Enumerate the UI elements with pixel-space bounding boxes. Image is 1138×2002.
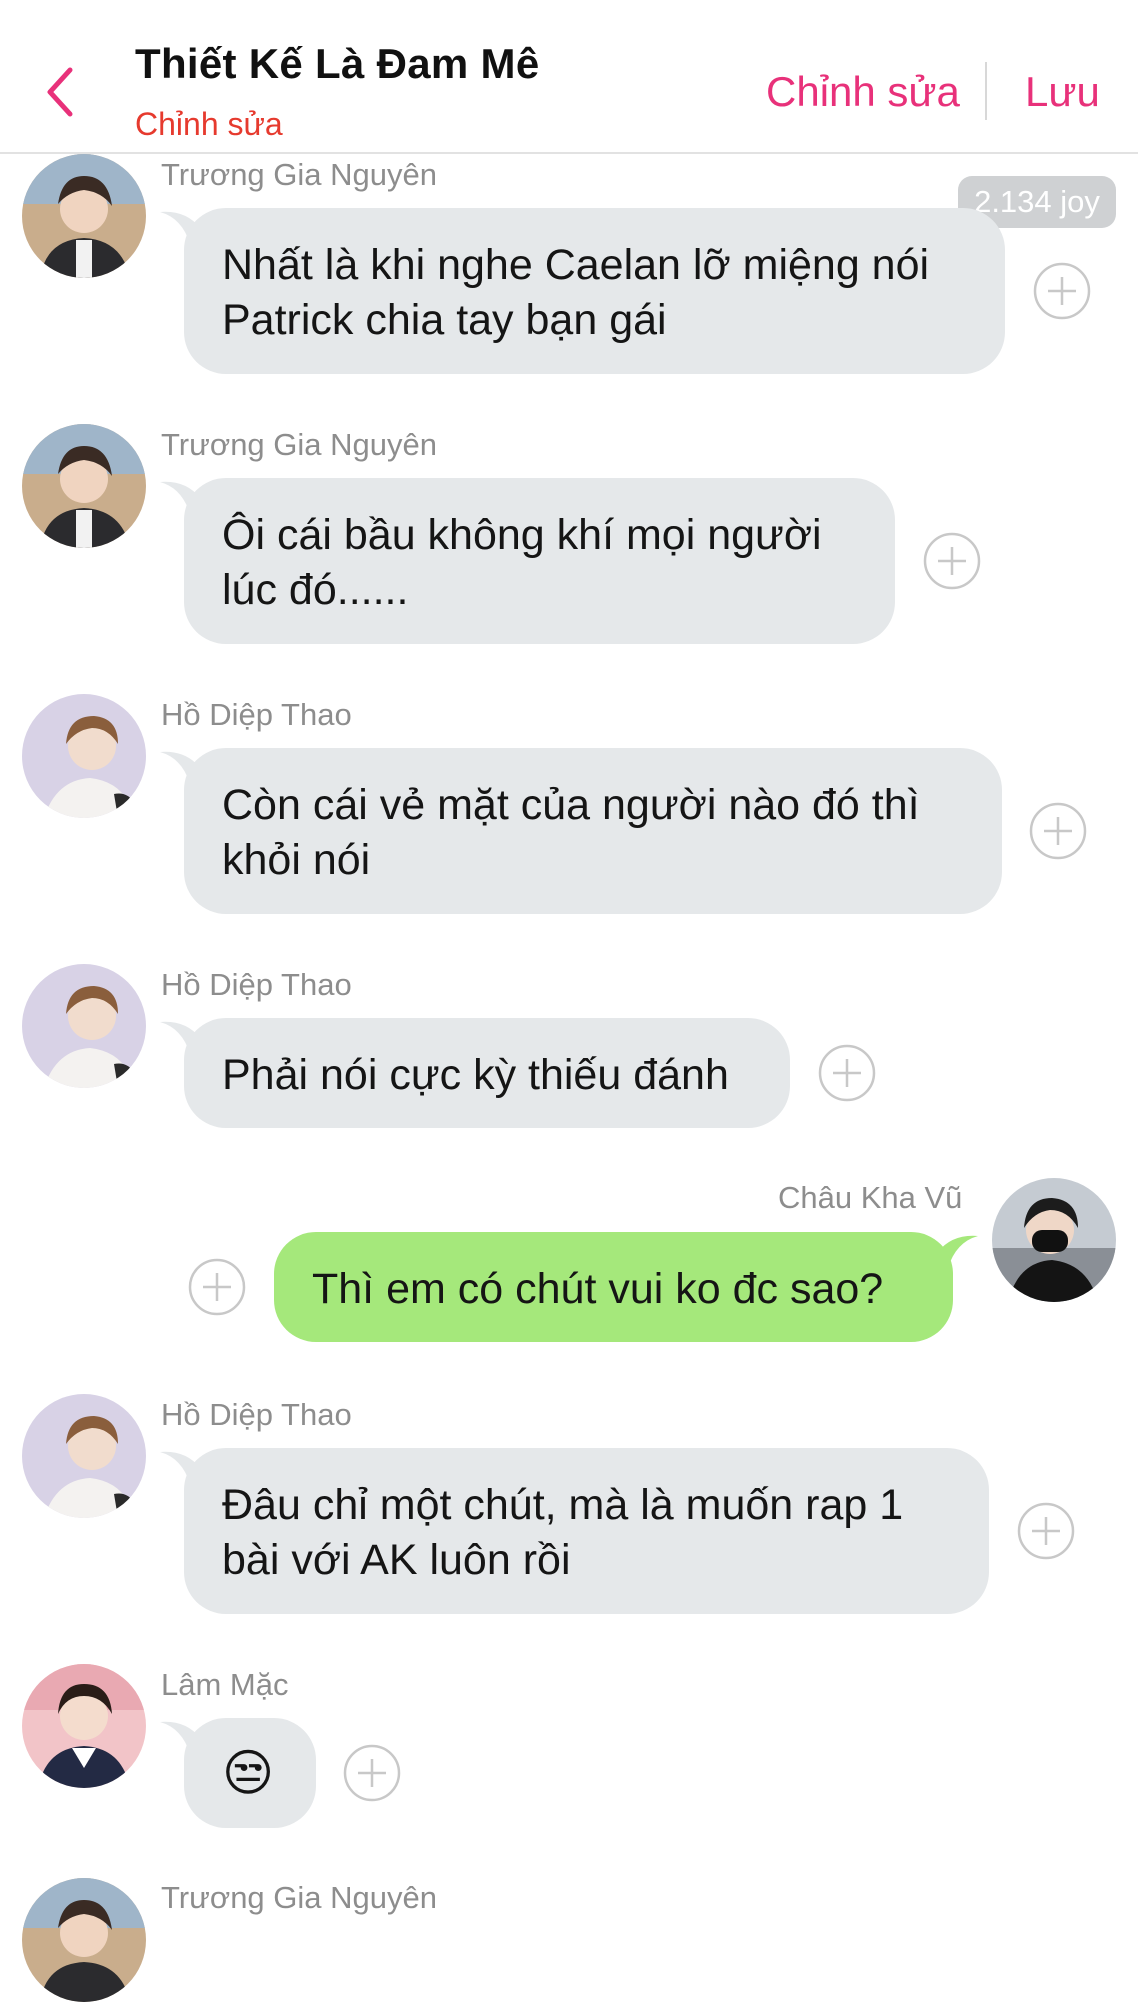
message-bubble[interactable]: 😒: [184, 1718, 316, 1828]
message-bubble[interactable]: Phải nói cực kỳ thiếu đánh: [184, 1018, 790, 1128]
avatar-chau-kha-vu[interactable]: [992, 1178, 1116, 1302]
sender-name: Trương Gia Nguyên: [161, 1880, 437, 1915]
message-text-line: bài với AK luôn rồi: [222, 1536, 571, 1584]
message-text-line: Đâu chỉ một chút, mà là muốn rap 1: [222, 1481, 904, 1529]
message-text-line: Ôi cái bầu không khí mọi người: [222, 511, 822, 559]
message-text-line: Patrick chia tay bạn gái: [222, 296, 667, 344]
add-reaction-icon[interactable]: [818, 1044, 876, 1102]
add-reaction-icon[interactable]: [343, 1744, 401, 1802]
message-bubble[interactable]: Đâu chỉ một chút, mà là muốn rap 1 bài v…: [184, 1448, 989, 1614]
message-text-line: Còn cái vẻ mặt của người nào đó thì: [222, 781, 920, 829]
sender-name: Hồ Diệp Thao: [161, 967, 352, 1002]
sender-name: Hồ Diệp Thao: [161, 1397, 352, 1432]
header-divider: [985, 62, 987, 120]
chat-subtitle[interactable]: Chỉnh sửa: [135, 106, 283, 143]
edit-button[interactable]: Chỉnh sửa: [766, 68, 960, 116]
chat-header: Thiết Kế Là Đam Mê Chỉnh sửa Chỉnh sửa L…: [0, 0, 1138, 154]
sender-name: Trương Gia Nguyên: [161, 427, 437, 462]
add-reaction-icon[interactable]: [1033, 262, 1091, 320]
message-text-line: Nhất là khi nghe Caelan lỡ miệng nói: [222, 241, 930, 289]
message-bubble[interactable]: Còn cái vẻ mặt của người nào đó thì khỏi…: [184, 748, 1002, 914]
avatar-truong-gia-nguyen[interactable]: [22, 424, 146, 548]
message-bubble[interactable]: Thì em có chút vui ko đc sao?: [274, 1232, 953, 1342]
emoji-unamused: 😒: [222, 1745, 275, 1801]
avatar-ho-diep-thao[interactable]: [22, 1394, 146, 1518]
add-reaction-icon[interactable]: [1029, 802, 1087, 860]
sender-name: Lâm Mặc: [161, 1667, 289, 1702]
avatar-ho-diep-thao[interactable]: [22, 964, 146, 1088]
avatar-truong-gia-nguyen[interactable]: [22, 154, 146, 278]
chat-title: Thiết Kế Là Đam Mê: [135, 40, 540, 87]
save-button[interactable]: Lưu: [1025, 68, 1100, 116]
add-reaction-icon[interactable]: [923, 532, 981, 590]
back-chevron-icon[interactable]: [38, 62, 86, 122]
message-text-line: khỏi nói: [222, 836, 371, 884]
message-text-line: Phải nói cực kỳ thiếu đánh: [222, 1051, 729, 1099]
sender-name: Châu Kha Vũ: [778, 1180, 963, 1215]
avatar-truong-gia-nguyen[interactable]: [22, 1878, 146, 2002]
message-bubble[interactable]: Nhất là khi nghe Caelan lỡ miệng nói Pat…: [184, 208, 1005, 374]
add-reaction-icon[interactable]: [188, 1258, 246, 1316]
avatar-lam-mac[interactable]: [22, 1664, 146, 1788]
sender-name: Trương Gia Nguyên: [161, 157, 437, 192]
message-bubble[interactable]: Ôi cái bầu không khí mọi người lúc đó...…: [184, 478, 895, 644]
add-reaction-icon[interactable]: [1017, 1502, 1075, 1560]
message-text-line: lúc đó......: [222, 566, 409, 614]
message-text-line: Thì em có chút vui ko đc sao?: [312, 1265, 884, 1313]
sender-name: Hồ Diệp Thao: [161, 697, 352, 732]
avatar-ho-diep-thao[interactable]: [22, 694, 146, 818]
